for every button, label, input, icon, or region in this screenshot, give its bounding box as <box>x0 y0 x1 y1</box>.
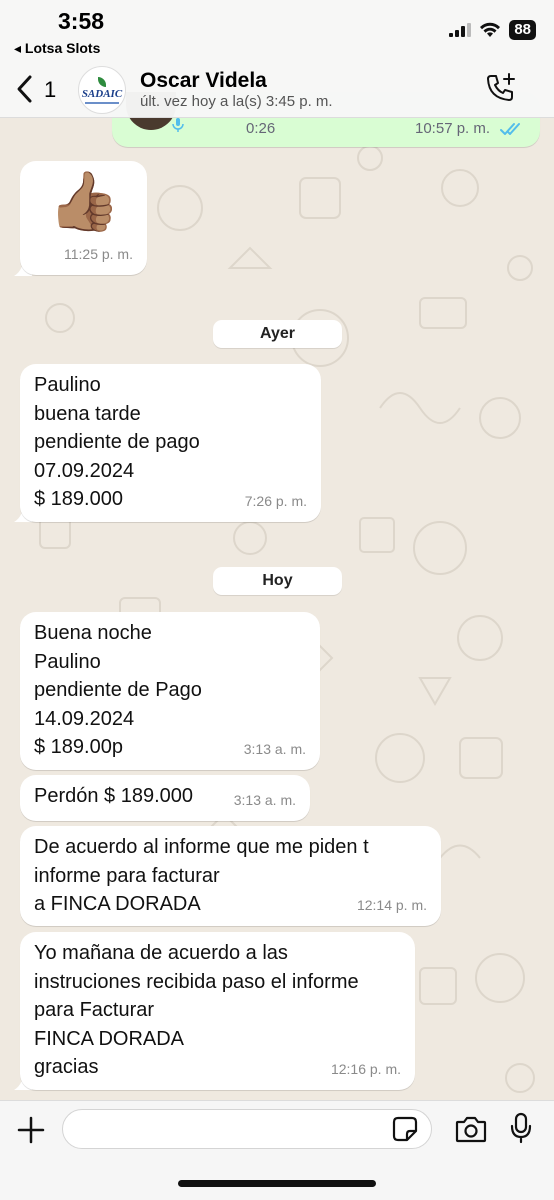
mic-played-icon <box>172 118 184 132</box>
message-time: 3:13 a. m. <box>233 791 296 808</box>
incoming-message[interactable]: Paulino buena tarde pendiente de pago 07… <box>20 364 321 522</box>
incoming-message[interactable]: De acuerdo al informe que me piden t inf… <box>20 826 441 926</box>
status-bar-time: 3:58 <box>58 8 105 34</box>
thumbs-up-message[interactable]: 👍🏽 11:25 p. m. <box>20 161 147 275</box>
home-indicator[interactable] <box>178 1180 376 1187</box>
chat-header: 3:58 ◂ Lotsa Slots 88 1 SADAIC Oscar Vid… <box>0 0 554 118</box>
date-separator-ayer: Ayer <box>213 320 342 348</box>
date-separator-hoy: Hoy <box>213 567 342 595</box>
leaf-logo-icon <box>98 76 106 87</box>
avatar-logo-line <box>85 101 119 104</box>
back-to-app-link[interactable]: ◂ Lotsa Slots <box>14 40 100 57</box>
incoming-message[interactable]: Perdón $ 189.000 3:13 a. m. <box>20 775 310 821</box>
status-bar-icons: 88 <box>449 20 536 40</box>
thumbs-up-emoji: 👍🏽 <box>48 169 121 234</box>
microphone-icon[interactable] <box>510 1112 532 1144</box>
sticker-icon[interactable] <box>392 1116 418 1142</box>
message-time: 12:14 p. m. <box>356 896 427 913</box>
unread-count[interactable]: 1 <box>44 77 56 103</box>
incoming-message[interactable]: Yo mañana de acuerdo a las instruciones … <box>20 932 415 1090</box>
wifi-icon <box>480 22 501 37</box>
cellular-signal-icon <box>449 23 472 37</box>
phone-plus-icon[interactable] <box>484 72 516 104</box>
back-chevron-icon[interactable] <box>14 74 38 104</box>
avatar-logo-text: SADAIC <box>81 87 123 100</box>
message-time: 12:16 p. m. <box>330 1060 401 1077</box>
voice-note-duration: 0:26 <box>246 120 276 137</box>
message-time: 3:13 a. m. <box>243 740 306 757</box>
message-input[interactable] <box>62 1109 432 1149</box>
contact-name[interactable]: Oscar Videla <box>140 69 267 93</box>
read-ticks-icon <box>500 123 520 135</box>
voice-note-time: 10:57 p. m. <box>415 120 491 137</box>
message-time: 11:25 p. m. <box>63 245 133 262</box>
attach-plus-icon[interactable] <box>16 1115 46 1145</box>
message-time: 7:26 p. m. <box>244 492 307 509</box>
last-seen-status: últ. vez hoy a la(s) 3:45 p. m. <box>140 93 333 110</box>
contact-avatar[interactable]: SADAIC <box>78 66 126 114</box>
camera-icon[interactable] <box>455 1115 487 1143</box>
battery-level: 88 <box>509 20 536 40</box>
incoming-message[interactable]: Buena noche Paulino pendiente de Pago 14… <box>20 612 320 770</box>
